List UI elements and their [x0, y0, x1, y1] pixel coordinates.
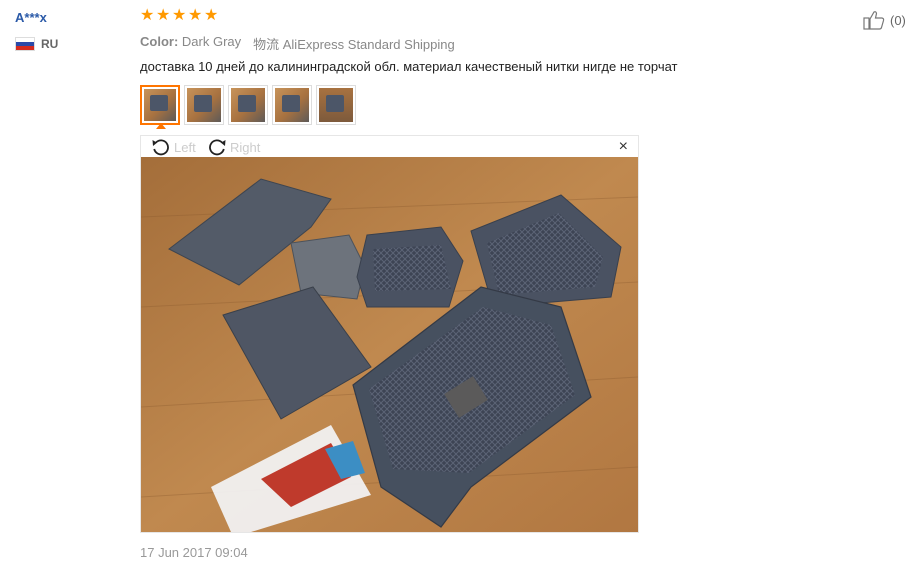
star-icon: ★ — [172, 7, 187, 24]
color-value: Dark Gray — [181, 34, 242, 49]
close-icon[interactable]: × — [619, 139, 628, 155]
rotate-right-button[interactable]: Right — [207, 138, 260, 156]
country-code: RU — [41, 37, 59, 51]
review-image-thumbnails — [140, 85, 356, 125]
star-icon: ★ — [140, 7, 155, 24]
color-label: Color: — [140, 34, 179, 49]
image-viewer: Left Right × — [140, 135, 639, 533]
reviewer-name: A***x — [15, 10, 47, 25]
helpful-button[interactable]: (0) — [863, 10, 906, 30]
star-icon: ★ — [188, 7, 203, 24]
order-info: Color: Dark Gray 物流 AliExpress Standard … — [140, 34, 455, 53]
reviewer-country: RU — [15, 37, 58, 51]
thumbnail-image[interactable] — [184, 85, 224, 125]
star-icon: ★ — [156, 7, 171, 24]
rotate-left-label: Left — [174, 139, 196, 155]
viewer-toolbar: Left Right × — [141, 136, 638, 158]
thumbnail-image[interactable] — [140, 85, 180, 125]
review-date: 17 Jun 2017 09:04 — [140, 545, 248, 560]
thumbs-up-icon — [863, 11, 885, 30]
review-photo — [141, 157, 638, 532]
rotate-right-label: Right — [230, 139, 261, 155]
star-icon: ★ — [204, 7, 219, 24]
helpful-count: (0) — [890, 12, 906, 28]
star-rating: ★ ★ ★ ★ ★ — [140, 7, 219, 24]
rotate-left-button[interactable]: Left — [151, 138, 196, 156]
thumbnail-image[interactable] — [228, 85, 268, 125]
russia-flag-icon — [15, 37, 35, 51]
thumbnail-image[interactable] — [272, 85, 312, 125]
thumbnail-image[interactable] — [316, 85, 356, 125]
review-text: доставка 10 дней до калининградской обл.… — [140, 59, 678, 74]
shipping-method: 物流 AliExpress Standard Shipping — [253, 37, 455, 52]
selected-thumbnail-indicator — [156, 123, 166, 129]
rotate-right-icon — [209, 139, 226, 156]
rotate-left-icon — [152, 139, 169, 156]
